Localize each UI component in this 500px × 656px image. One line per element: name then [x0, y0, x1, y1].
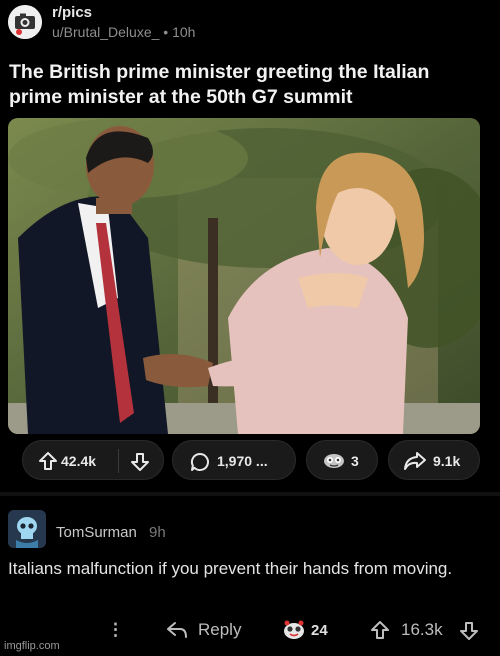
comment-upvote-count: 16.3k	[401, 620, 443, 639]
reply-button[interactable]: Reply	[198, 620, 241, 640]
post-age: 10h	[172, 24, 196, 40]
skull-avatar-icon	[8, 510, 46, 548]
post-title[interactable]: The British prime minister greeting the …	[9, 60, 479, 110]
camera-icon	[8, 5, 42, 39]
reply-arrow-icon[interactable]	[166, 621, 188, 639]
arrow-down-icon[interactable]	[458, 620, 480, 642]
post-image[interactable]	[8, 118, 480, 434]
share-button[interactable]: 9.1k	[388, 440, 480, 480]
vote-pill: 42.4k	[22, 440, 164, 480]
section-separator	[0, 492, 500, 496]
more-vertical-icon[interactable]: ⋮	[107, 620, 124, 640]
award-icon[interactable]	[282, 619, 306, 641]
comment-body: Italians malfunction if you prevent thei…	[8, 559, 453, 578]
comment-count: 1,970 ...	[217, 453, 268, 469]
share-count: 9.1k	[433, 453, 461, 469]
post-meta: u/Brutal_Deluxe_ • 10h	[52, 24, 195, 40]
post-action-bar: 42.4k 1,970 ... 3 9.1k	[0, 440, 500, 482]
subreddit-avatar[interactable]	[8, 5, 42, 39]
comment-award-count: 24	[311, 622, 328, 639]
comment-action-bar: ⋮ Reply 24 16.3k	[0, 616, 500, 646]
comments-button[interactable]: 1,970 ...	[172, 440, 296, 480]
speech-bubble-icon	[190, 452, 209, 471]
award-icon	[324, 454, 344, 468]
commenter-username[interactable]: TomSurman	[56, 524, 137, 541]
post-author[interactable]: u/Brutal_Deluxe_	[52, 24, 159, 40]
commenter-avatar[interactable]	[8, 510, 46, 548]
post-upvote-count: 42.4k	[61, 453, 97, 469]
vote-divider	[118, 449, 119, 473]
arrow-up-icon[interactable]	[37, 450, 59, 472]
post-header: r/pics u/Brutal_Deluxe_ • 10h	[0, 0, 500, 50]
post-photo-illustration	[8, 118, 480, 434]
comment-age: 9h	[149, 524, 166, 541]
watermark: imgflip.com	[4, 640, 60, 652]
share-arrow-icon	[404, 452, 426, 470]
comment: TomSurman 9h Italians malfunction if you…	[0, 500, 500, 656]
award-button[interactable]: 3	[306, 440, 378, 480]
arrow-up-icon[interactable]	[369, 619, 391, 641]
arrow-down-icon[interactable]	[129, 451, 151, 473]
award-count: 3	[351, 453, 359, 469]
subreddit-name[interactable]: r/pics	[52, 4, 92, 21]
meta-separator: •	[163, 24, 173, 40]
